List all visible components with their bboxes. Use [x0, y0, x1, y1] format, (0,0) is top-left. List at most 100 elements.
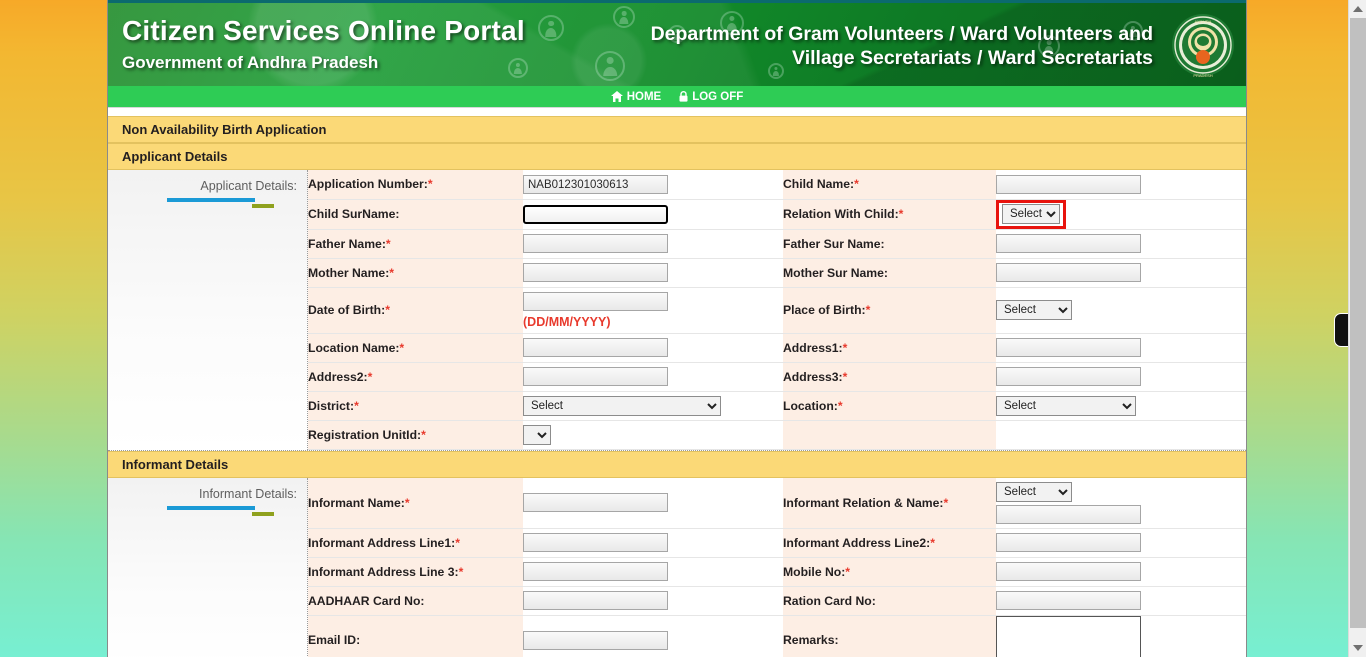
department-line-1: Department of Gram Volunteers / Ward Vol…: [650, 23, 1153, 45]
edge-popup-handle[interactable]: [1334, 313, 1348, 347]
registration-unit-id-select-cell: [523, 420, 783, 450]
required-asterisk: *: [389, 265, 395, 280]
remarks-textarea-cell: [996, 615, 1246, 657]
side-rule-olive-bar: [252, 204, 274, 208]
nav-logoff-link[interactable]: LOG OFF: [679, 91, 743, 103]
informant-name-input-cell: [523, 477, 783, 529]
place-of-birth-select-cell: Select: [996, 287, 1246, 334]
informant-name-input[interactable]: [523, 493, 668, 513]
father-surname-input-cell: [996, 229, 1246, 259]
place-of-birth-select-label: Place of Birth:*: [783, 287, 996, 334]
address3-input[interactable]: [996, 367, 1141, 387]
informant-name-input-label: Informant Name:*: [308, 477, 523, 529]
informant-relation-name-input[interactable]: [996, 504, 1141, 524]
scroll-down-arrow[interactable]: [1349, 639, 1366, 657]
aadhaar-card-no-input[interactable]: [523, 591, 668, 611]
email-id-input[interactable]: [523, 630, 668, 650]
form-row: Father Name:* Father Sur Name:: [308, 229, 1246, 259]
location-name-input-cell: [523, 333, 783, 363]
page-title-bar: Non Availability Birth Application: [108, 116, 1246, 143]
site-title: Citizen Services Online Portal: [122, 15, 525, 46]
informant-details-section-label: Informant Details: [122, 456, 229, 472]
address1-input[interactable]: [996, 338, 1141, 358]
required-asterisk: *: [930, 535, 935, 550]
vertical-scrollbar[interactable]: [1348, 0, 1366, 657]
informant-address-line3-input-label: Informant Address Line 3:*: [308, 557, 523, 587]
applicant-details-section-label: Applicant Details: [122, 149, 228, 164]
address1-input-cell: [996, 333, 1246, 363]
required-asterisk: *: [367, 369, 373, 384]
registration-unit-id-select[interactable]: [523, 424, 551, 445]
mother-surname-input[interactable]: [996, 263, 1141, 283]
required-asterisk: *: [898, 207, 904, 221]
informant-address-line1-input[interactable]: [523, 533, 668, 553]
relation-with-child-select[interactable]: Select: [1002, 203, 1060, 224]
form-row: Registration UnitId:*: [308, 420, 1246, 450]
date-of-birth-input-cell: (DD/MM/YYYY): [523, 287, 783, 334]
nav-home-link[interactable]: HOME: [610, 91, 661, 103]
informant-address-line3-input-cell: [523, 557, 783, 587]
home-icon: [610, 91, 623, 102]
location-select-label: Location:*: [783, 391, 996, 421]
address2-input-cell: [523, 362, 783, 392]
applicant-details-section-bar: Applicant Details: [108, 143, 1246, 170]
site-banner: Citizen Services Online Portal Governmen…: [108, 0, 1246, 86]
main-navbar: HOME LOG OFF: [108, 86, 1246, 108]
required-asterisk: *: [421, 427, 426, 442]
informant-relation-select[interactable]: Select: [996, 481, 1072, 502]
aadhaar-card-no-input-label: AADHAAR Card No:: [308, 586, 523, 616]
application-number-input-label: Application Number:*: [308, 170, 523, 200]
site-subtitle: Government of Andhra Pradesh: [122, 53, 379, 72]
district-select-label: District:*: [308, 391, 523, 421]
remarks-textarea[interactable]: [996, 615, 1141, 657]
required-asterisk: *: [943, 495, 949, 510]
required-asterisk: *: [354, 398, 359, 413]
required-asterisk: *: [837, 398, 843, 413]
form-row: Application Number:* Child Name:*: [308, 170, 1246, 200]
informant-address-line1-input-cell: [523, 528, 783, 558]
informant-address-line2-input[interactable]: [996, 533, 1141, 553]
mother-name-input[interactable]: [523, 263, 668, 283]
scroll-up-arrow[interactable]: [1349, 0, 1366, 18]
mother-surname-input-cell: [996, 258, 1246, 288]
location-select[interactable]: Select: [996, 395, 1136, 416]
ration-card-no-input-label: Ration Card No:: [783, 586, 996, 616]
mobile-no-input[interactable]: [996, 562, 1141, 582]
required-asterisk: *: [845, 564, 851, 579]
place-of-birth-select[interactable]: Select: [996, 300, 1072, 320]
informant-relation-select-cell: Select: [996, 477, 1246, 529]
child-name-input[interactable]: [996, 175, 1141, 194]
application-number-input[interactable]: [523, 175, 668, 194]
mobile-no-input-label: Mobile No:*: [783, 557, 996, 587]
required-asterisk: *: [399, 340, 405, 355]
district-select[interactable]: Select: [523, 395, 721, 416]
relation-with-child-select-cell: Select: [996, 199, 1246, 230]
remarks-textarea-label: Remarks:: [783, 615, 996, 657]
applicant-form-table: Application Number:*Child Name:*Child Su…: [308, 170, 1246, 450]
red-highlight-box: Select: [996, 199, 1066, 229]
ration-card-no-input[interactable]: [996, 591, 1141, 611]
father-name-input[interactable]: [523, 234, 668, 254]
child-name-input-cell: [996, 170, 1246, 200]
side-rule-blue-bar: [167, 505, 255, 510]
address2-input-label: Address2:*: [308, 362, 523, 392]
person-icon: [538, 15, 564, 41]
father-surname-input[interactable]: [996, 234, 1141, 254]
scroll-thumb[interactable]: [1350, 18, 1366, 628]
informant-address-line2-input-cell: [996, 528, 1246, 558]
required-asterisk: *: [404, 495, 410, 510]
informant-address-line1-input-label: Informant Address Line1:*: [308, 528, 523, 558]
date-of-birth-input[interactable]: [523, 291, 668, 311]
address2-input[interactable]: [523, 367, 668, 387]
required-asterisk: *: [427, 177, 433, 192]
person-icon: [613, 6, 635, 28]
child-surname-input[interactable]: [523, 204, 668, 224]
informant-side-rule: [108, 504, 307, 516]
location-name-input[interactable]: [523, 338, 668, 358]
date-of-birth-input-group: (DD/MM/YYYY): [523, 288, 783, 333]
form-row: Informant Address Line1:* Informant Addre…: [308, 528, 1246, 558]
lock-icon: [679, 91, 688, 102]
informant-address-line3-input[interactable]: [523, 562, 668, 582]
informant-form-table: Informant Name:* Informant Relation & Nam…: [308, 477, 1246, 657]
page-title: Non Availability Birth Application: [122, 122, 327, 137]
